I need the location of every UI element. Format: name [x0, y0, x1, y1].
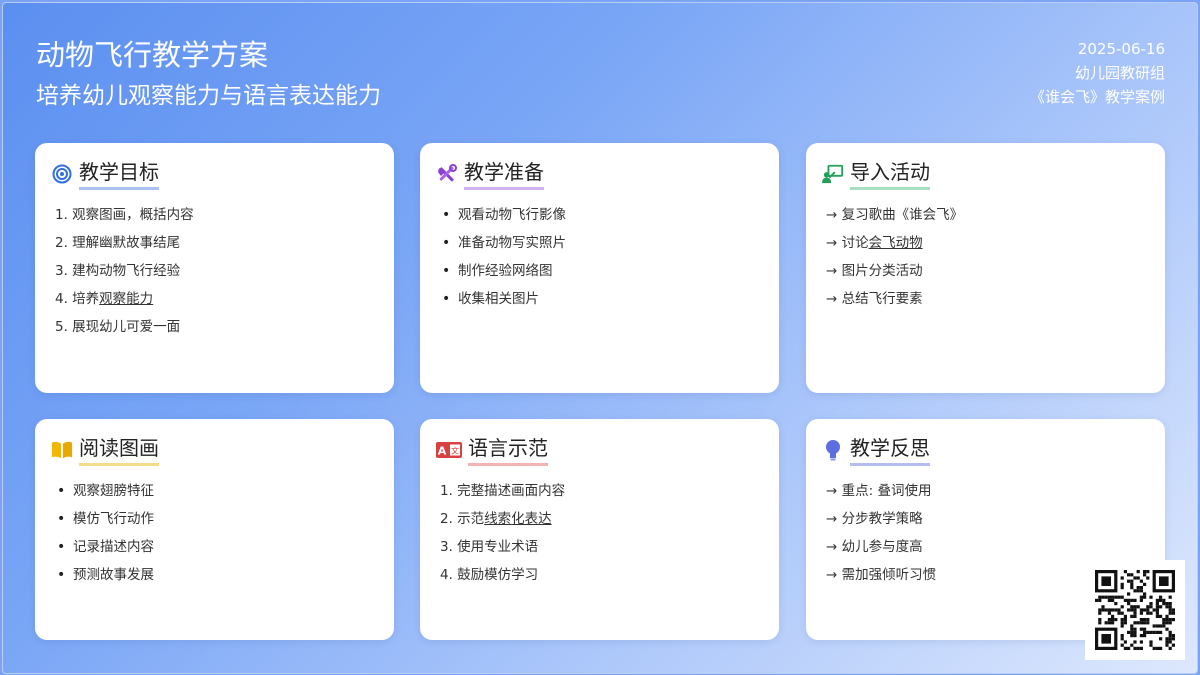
list-item: → 复习歌曲《谁会飞》 [826, 207, 964, 223]
date-label: 2025-06-16 [1077, 40, 1165, 58]
list-item: → 讨论会飞动物 [826, 235, 923, 251]
lightbulb-icon [822, 439, 844, 461]
list-item: 预测故事发展 [57, 561, 154, 589]
card-intro: 导入活动 → 复习歌曲《谁会飞》 → 讨论会飞动物 → 图片分类活动 → 总结飞… [806, 143, 1165, 393]
card-title: 语言示范 [468, 434, 548, 466]
card-goals: 教学目标 1. 观察图画，概括内容 2. 理解幽默故事结尾 3. 建构动物飞行经… [35, 143, 394, 393]
list-item: 2. 理解幽默故事结尾 [55, 235, 181, 251]
list-item: → 需加强倾听习惯 [826, 567, 937, 583]
list-item: 2. 示范线索化表达 [440, 511, 552, 527]
list-item: 收集相关图片 [442, 285, 566, 313]
goals-list: 1. 观察图画，概括内容 2. 理解幽默故事结尾 3. 建构动物飞行经验 4. … [55, 201, 194, 341]
tools-icon [436, 163, 458, 185]
list-item: → 重点: 叠词使用 [826, 483, 932, 499]
language-list: 1. 完整描述画面内容 2. 示范线索化表达 3. 使用专业术语 4. 鼓励模仿… [440, 477, 565, 589]
header-meta: 2025-06-16 幼儿园教研组 《谁会飞》教学案例 [1030, 37, 1165, 109]
reflection-list: → 重点: 叠词使用 → 分步教学策略 → 幼儿参与度高 → 需加强倾听习惯 [826, 477, 936, 589]
list-item: 观看动物飞行影像 [442, 201, 566, 229]
qr-code-icon[interactable] [1085, 560, 1185, 660]
intro-list: → 复习歌曲《谁会飞》 → 讨论会飞动物 → 图片分类活动 → 总结飞行要素 [826, 201, 963, 313]
presentation-icon [822, 163, 844, 185]
case-label: 《谁会飞》教学案例 [1029, 88, 1165, 106]
card-title: 导入活动 [850, 158, 930, 190]
list-item: → 分步教学策略 [826, 511, 923, 527]
card-title: 阅读图画 [79, 434, 159, 466]
list-item: 4. 鼓励模仿学习 [440, 567, 539, 583]
list-item: → 图片分类活动 [826, 263, 923, 279]
target-icon [51, 163, 73, 185]
card-reading: 阅读图画 观察翅膀特征 模仿飞行动作 记录描述内容 预测故事发展 [35, 419, 394, 640]
card-title: 教学反思 [850, 434, 930, 466]
translate-icon: A文 [436, 439, 462, 461]
list-item: 记录描述内容 [57, 533, 154, 561]
list-item: 5. 展现幼儿可爱一面 [55, 319, 181, 335]
list-item: 观察翅膀特征 [57, 477, 154, 505]
group-label: 幼儿园教研组 [1074, 64, 1165, 82]
list-item: 1. 观察图画，概括内容 [55, 207, 194, 223]
card-title: 教学准备 [464, 158, 544, 190]
svg-text:A: A [438, 445, 447, 458]
prep-list: 观看动物飞行影像 准备动物写实照片 制作经验网络图 收集相关图片 [442, 201, 566, 313]
page-subtitle: 培养幼儿观察能力与语言表达能力 [36, 83, 381, 109]
svg-text:文: 文 [451, 446, 459, 456]
list-item: 3. 建构动物飞行经验 [55, 263, 181, 279]
list-item: 3. 使用专业术语 [440, 539, 539, 555]
book-icon [51, 439, 73, 461]
page-title: 动物飞行教学方案 [36, 38, 269, 72]
list-item: → 幼儿参与度高 [826, 539, 923, 555]
list-item: 1. 完整描述画面内容 [440, 483, 566, 499]
list-item: 准备动物写实照片 [442, 229, 566, 257]
card-title: 教学目标 [79, 158, 159, 190]
list-item: 制作经验网络图 [442, 257, 566, 285]
card-prep: 教学准备 观看动物飞行影像 准备动物写实照片 制作经验网络图 收集相关图片 [420, 143, 779, 393]
list-item: 4. 培养观察能力 [55, 291, 154, 307]
reading-list: 观察翅膀特征 模仿飞行动作 记录描述内容 预测故事发展 [57, 477, 154, 589]
card-language: A文 语言示范 1. 完整描述画面内容 2. 示范线索化表达 3. 使用专业术语… [420, 419, 779, 640]
list-item: 模仿飞行动作 [57, 505, 154, 533]
list-item: → 总结飞行要素 [826, 291, 923, 307]
